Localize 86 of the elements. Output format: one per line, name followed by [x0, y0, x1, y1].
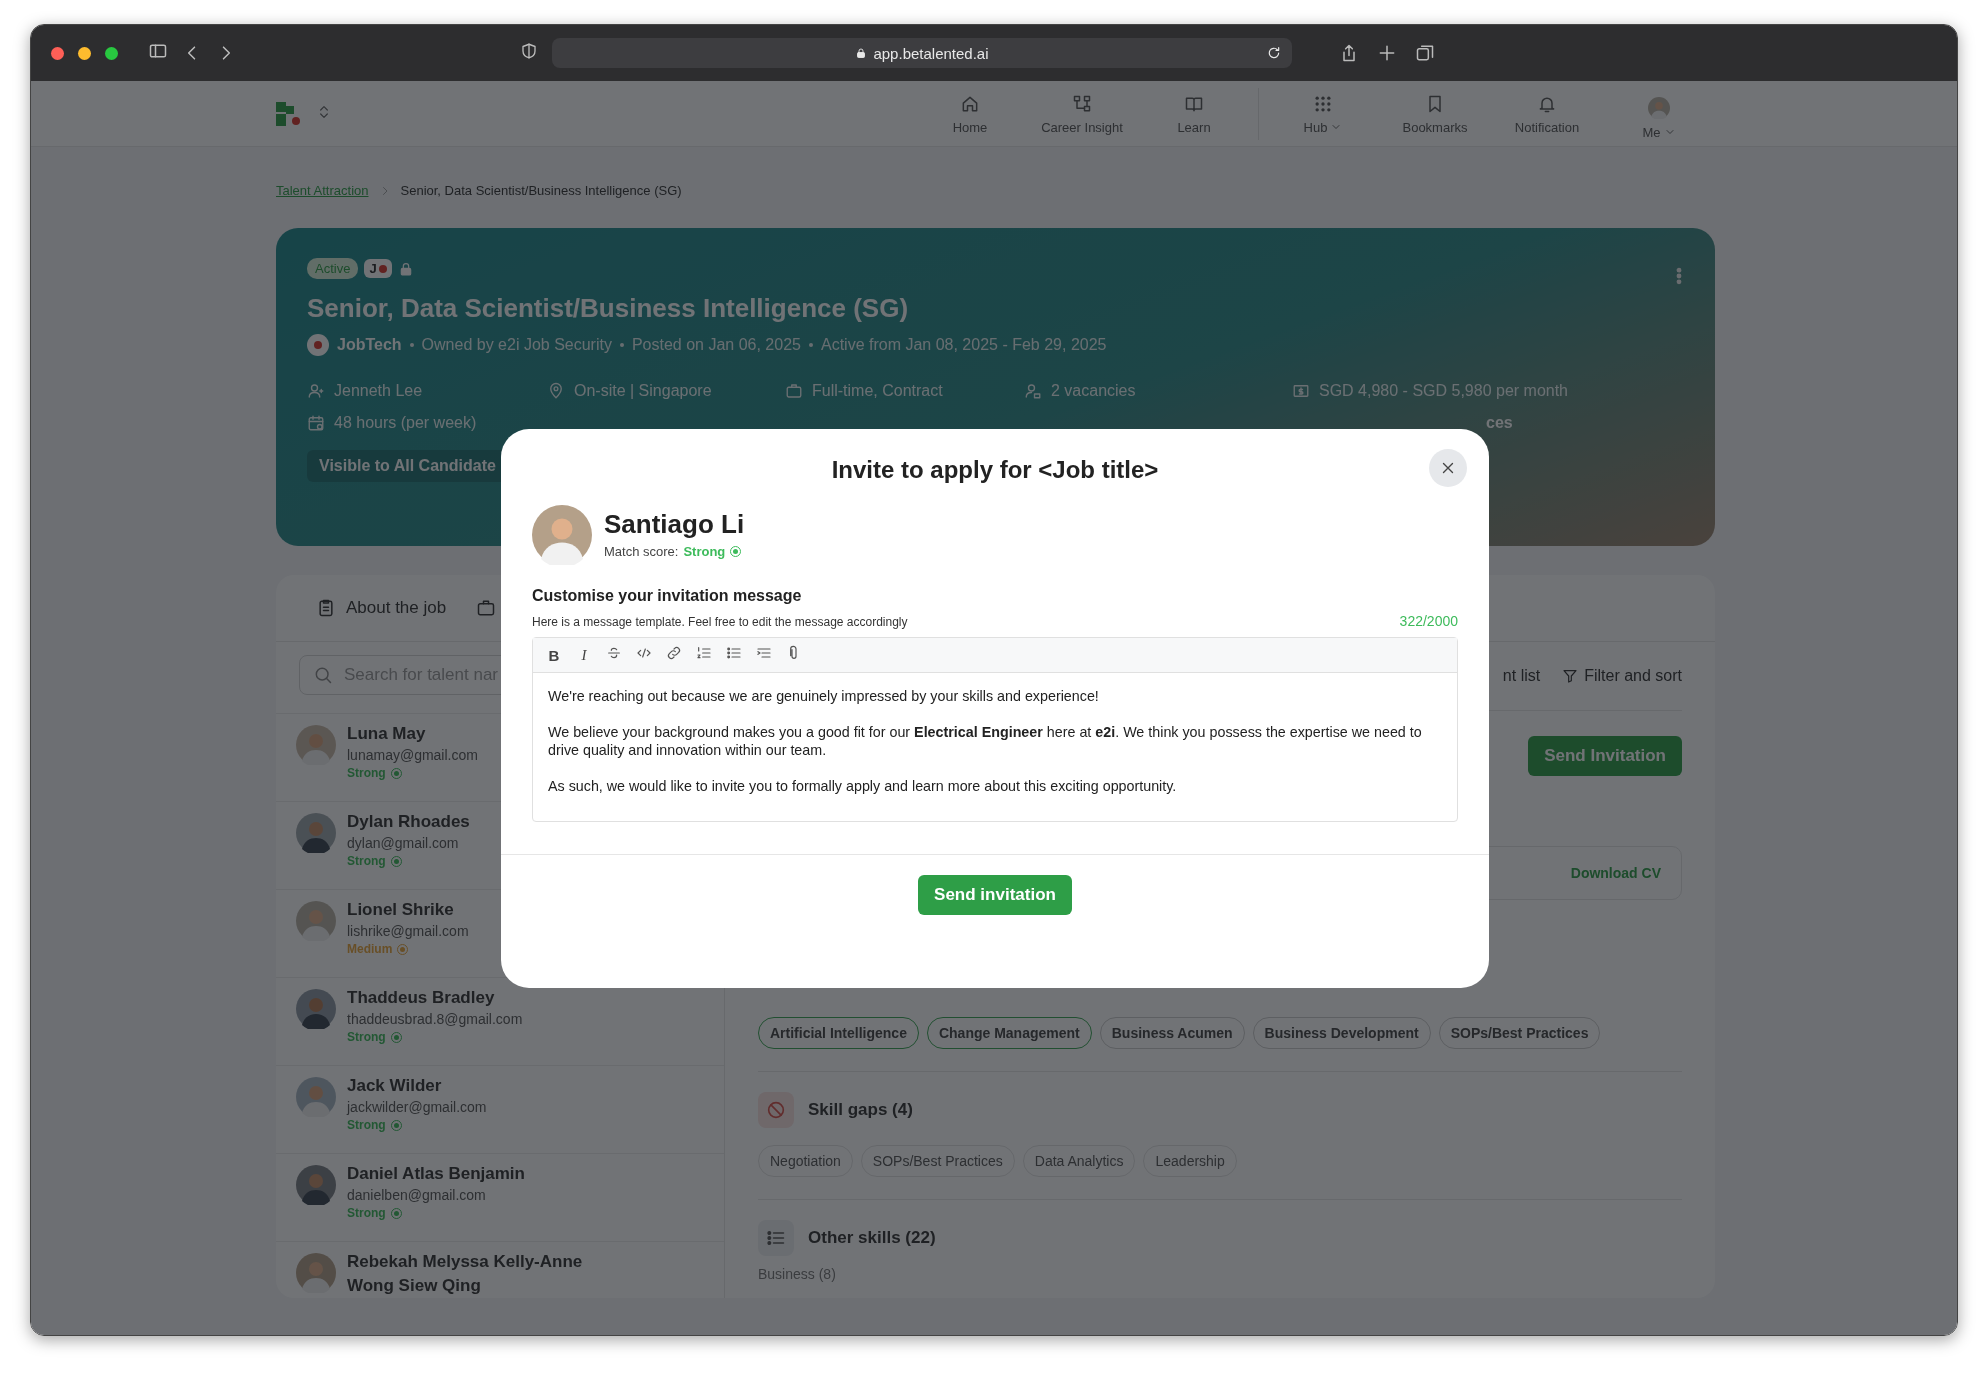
match-value: Strong: [683, 543, 726, 559]
briefcase-icon: [785, 382, 803, 400]
job-title: Senior, Data Scientist/Business Intelligence (SG): [307, 293, 910, 324]
separator-dot: [808, 343, 813, 347]
candidate-name: Santiago Li: [604, 508, 745, 540]
job-meta: Active from Jan 08, 2025 - Feb 29, 2025: [820, 336, 1107, 354]
sidebar-icon: [148, 41, 168, 61]
section-title: Other skills (22): [808, 1228, 936, 1248]
lock-icon: [855, 47, 868, 59]
candidate-item[interactable]: Rebekah Melyssa Kelly-Anne Wong Siew Qing: [276, 1242, 724, 1298]
download-cv-link[interactable]: Download CV: [1570, 865, 1661, 881]
clipboard-icon: [316, 598, 336, 618]
job-detail: ces: [1486, 414, 1513, 432]
numbered-list-icon: [696, 645, 712, 661]
message-editor[interactable]: [532, 637, 1458, 822]
avatar: [296, 725, 336, 765]
tab[interactable]: About the job: [316, 598, 447, 618]
job-detail: 2 vacancies: [1051, 382, 1136, 400]
separator-dot: [619, 343, 624, 347]
zoom-window-dot[interactable]: [105, 46, 118, 60]
bullet-list-icon: [726, 645, 742, 661]
calendar-icon: [307, 414, 325, 432]
avatar: [1648, 96, 1670, 119]
strikethrough-icon: [606, 645, 622, 661]
send-invitation-button[interactable]: Send Invitation: [1528, 736, 1682, 776]
address-bar[interactable]: app.betalented.ai: [552, 38, 1292, 68]
logo-icon[interactable]: [276, 101, 302, 126]
breadcrumb-link[interactable]: Talent Attraction: [276, 183, 369, 198]
close-button[interactable]: [1429, 449, 1467, 487]
avatar: [296, 989, 336, 1029]
match-label: Match score:: [604, 543, 679, 559]
nav-item[interactable]: Career Insight: [1026, 87, 1138, 140]
location-pin-icon: [547, 382, 565, 400]
separator-dot: [409, 343, 414, 347]
indent-icon: [756, 645, 772, 661]
avatar: [296, 1077, 336, 1117]
link-icon: [666, 645, 682, 661]
breadcrumb-current: Senior, Data Scientist/Business Intelligence (SG): [400, 183, 682, 198]
filter-button[interactable]: Filter and sort: [1562, 667, 1682, 685]
briefcase-icon: [476, 598, 497, 618]
dialog-title: Invite to apply for <Job title>: [830, 456, 1160, 484]
job-detail: Full-time, Contract: [812, 382, 943, 400]
avatar: [296, 901, 336, 941]
job-detail: On-site | Singapore: [574, 382, 712, 400]
flowchart-icon: [1072, 93, 1092, 114]
avatar: [296, 813, 336, 853]
list-icon: [766, 1228, 786, 1248]
shield-icon: [520, 42, 538, 60]
nav-item[interactable]: Learn: [1138, 87, 1250, 140]
job-detail: 48 hours (per week): [334, 414, 477, 432]
candidate-item[interactable]: Daniel Atlas Benjamin danielben@gmail.com Strong: [276, 1154, 724, 1242]
section-title: Customise your invitation message: [532, 587, 803, 605]
section-title: Skill gaps (4): [808, 1100, 913, 1120]
new-tab-icon: [1377, 43, 1397, 63]
org-badge: J: [364, 259, 392, 278]
tabs-icon: [1415, 43, 1435, 63]
banknote-icon: [1292, 382, 1310, 400]
job-meta: Posted on Jan 06, 2025: [631, 336, 801, 354]
nav-item[interactable]: Notification: [1491, 87, 1603, 140]
send-invitation-button[interactable]: Send invitation: [918, 875, 1072, 915]
company-name: JobTech: [337, 336, 402, 354]
list-action[interactable]: nt list: [1502, 667, 1541, 685]
minimize-window-dot[interactable]: [78, 46, 91, 60]
ban-icon: [765, 1099, 787, 1121]
avatar: [296, 1165, 336, 1205]
filter-icon: [1562, 668, 1579, 684]
person-icon: [307, 382, 325, 400]
nav-item[interactable]: Hub: [1267, 87, 1379, 140]
people-icon: [1024, 382, 1042, 400]
nav-item[interactable]: Home: [914, 87, 1026, 140]
company-logo-icon: [307, 334, 329, 356]
character-count: 322/2000: [1399, 613, 1458, 629]
nav-item[interactable]: Bookmarks: [1379, 87, 1491, 140]
candidate-item[interactable]: Jack Wilder jackwilder@gmail.com Strong: [276, 1066, 724, 1154]
status-badge: Active: [307, 258, 359, 279]
job-detail: Jenneth Lee: [334, 382, 423, 400]
close-window-dot[interactable]: [51, 46, 64, 60]
avatar: [296, 1253, 336, 1293]
hint-text: Here is a message template. Feel free to edit the message accordingly: [532, 615, 908, 629]
nav-item[interactable]: Me: [1603, 87, 1715, 140]
reload-icon: [1266, 45, 1282, 61]
code-icon: [636, 645, 652, 661]
job-meta: Owned by e2i Job Security: [421, 336, 612, 354]
avatar: [532, 505, 592, 565]
search-icon: [313, 665, 333, 685]
tab[interactable]: [476, 598, 497, 618]
